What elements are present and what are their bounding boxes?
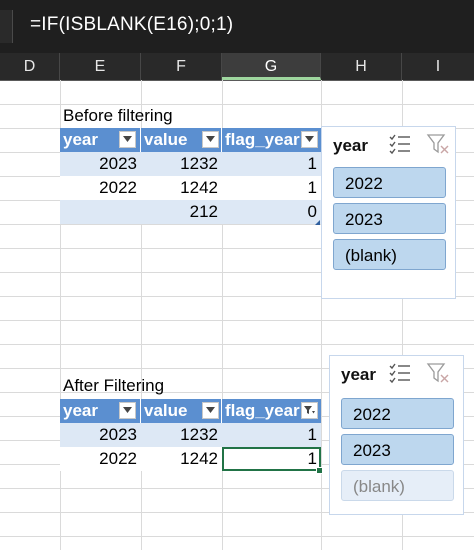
slicer-item-blank[interactable]: (blank) [333,239,446,270]
header-year: year [60,128,141,152]
after-filtering-label: After Filtering [63,376,165,395]
slicer-item-2023[interactable]: 2023 [341,434,454,465]
slicer-year-bottom[interactable]: year 2022 2023 (blank) [329,355,464,515]
name-box-edge[interactable] [0,10,13,43]
header-value: value [141,399,222,423]
cell-year[interactable] [60,200,141,224]
column-header-e[interactable]: E [60,53,141,80]
multi-select-icon[interactable] [388,133,412,160]
filter-dropdown-icon[interactable] [119,131,136,148]
header-flag-year: flag_year [222,399,321,423]
slicer-item-2023[interactable]: 2023 [333,203,446,234]
header-year: year [60,399,141,423]
slicer-item-2022[interactable]: 2022 [333,167,446,198]
slicer-item-blank[interactable]: (blank) [341,470,454,501]
cell-year[interactable]: 2023 [60,423,141,447]
clear-filter-icon[interactable] [426,362,450,389]
cell-value[interactable]: 1232 [141,423,222,447]
column-header-row: D E F G H I [0,53,474,81]
cell-value[interactable]: 212 [141,200,222,224]
cell-value[interactable]: 1242 [141,176,222,200]
cell-year[interactable]: 2023 [60,152,141,176]
column-header-i[interactable]: I [402,53,474,80]
multi-select-icon[interactable] [388,362,412,389]
table-row: 212 0 [60,200,321,224]
filter-applied-icon[interactable] [301,402,318,419]
cell-flag-year[interactable]: 0 [222,200,321,224]
header-flag-year: flag_year [222,128,321,152]
column-header-f[interactable]: F [141,53,222,80]
slicer-title: year [333,136,368,155]
table-row: 2022 1242 1 [60,176,321,200]
filter-dropdown-icon[interactable] [202,131,219,148]
column-header-g[interactable]: G [222,53,321,80]
cell-value[interactable]: 1242 [141,447,222,471]
filter-dropdown-icon[interactable] [119,402,136,419]
cell-flag-year[interactable]: 1 [222,423,321,447]
column-header-d[interactable]: D [0,53,60,80]
table-row: 2023 1232 1 [60,423,321,447]
table-resize-handle[interactable] [315,220,320,225]
slicer-item-2022[interactable]: 2022 [341,398,454,429]
table-header-row: year value flag_year [60,128,321,152]
filter-dropdown-icon[interactable] [202,402,219,419]
table-row: 2022 1242 1 [60,447,321,471]
slicer-year-top[interactable]: year 2022 2023 (blank) [321,126,456,299]
filter-dropdown-icon[interactable] [301,131,318,148]
cell-year[interactable]: 2022 [60,176,141,200]
clear-filter-icon[interactable] [426,133,450,160]
column-header-h[interactable]: H [321,53,402,80]
header-value: value [141,128,222,152]
formula-bar: =IF(ISBLANK(E16);0;1) [0,0,474,53]
table-before: year value flag_year 2023 1232 1 2022 12… [60,128,321,225]
cell-year[interactable]: 2022 [60,447,141,471]
active-cell[interactable]: 1 [222,447,321,471]
table-header-row: year value flag_year [60,399,321,423]
fill-handle[interactable] [316,467,323,474]
cell-value[interactable]: 1232 [141,152,222,176]
cell-flag-year[interactable]: 1 [222,176,321,200]
table-after: year value flag_year 2023 1232 1 2022 12… [60,399,321,471]
cell-flag-year[interactable]: 1 [222,152,321,176]
before-filtering-label: Before filtering [63,106,173,125]
slicer-title: year [341,365,376,384]
formula-input[interactable]: =IF(ISBLANK(E16);0;1) [30,14,233,36]
table-row: 2023 1232 1 [60,152,321,176]
